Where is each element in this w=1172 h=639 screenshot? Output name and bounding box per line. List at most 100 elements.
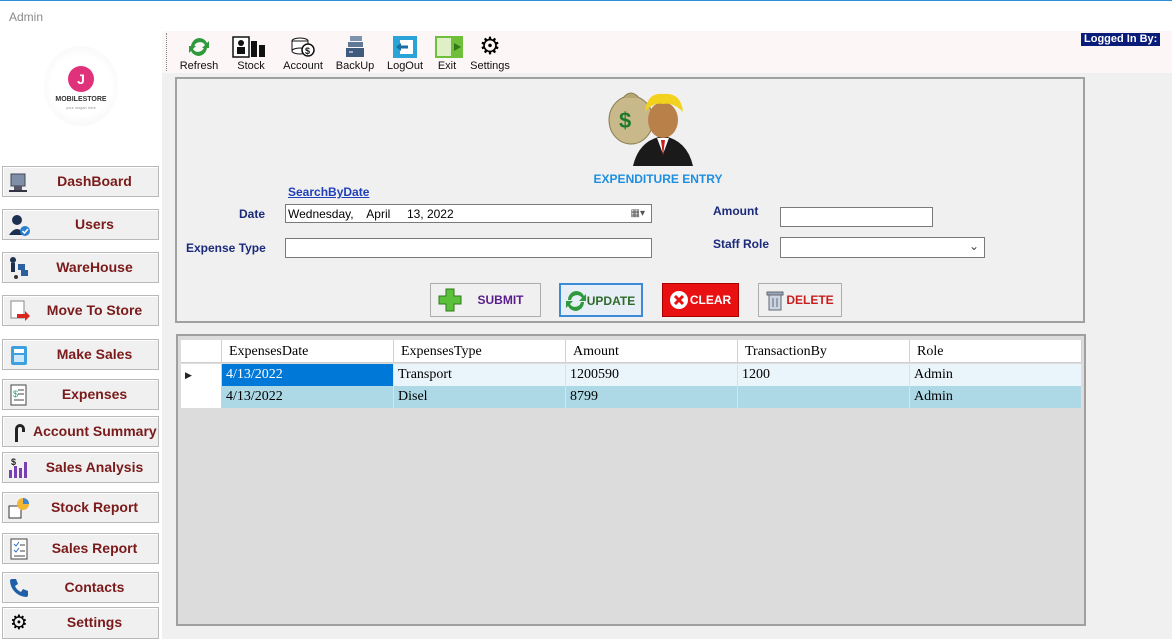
logo-mark-icon: J xyxy=(68,66,94,92)
delete-label: DELETE xyxy=(786,293,834,307)
toolbar-grip xyxy=(166,33,169,71)
staff-role-label: Staff Role xyxy=(713,237,770,251)
sidebar-item-contacts[interactable]: Contacts xyxy=(2,572,159,603)
sales-icon xyxy=(6,343,32,367)
exit-button[interactable]: Exit xyxy=(430,33,464,73)
table-cell[interactable]: Admin xyxy=(910,386,1082,408)
sales-report-icon xyxy=(6,537,32,561)
stock-button[interactable]: Stock xyxy=(231,33,271,73)
backup-icon xyxy=(342,35,368,59)
date-label: Date xyxy=(239,207,266,221)
sidebar-item-settings[interactable]: ⚙ Settings xyxy=(2,607,159,639)
sidebar-item-label: Account Summary xyxy=(33,423,157,439)
sidebar-item-move-to-store[interactable]: Move To Store xyxy=(2,295,159,326)
money-man-icon: $ xyxy=(603,86,713,166)
column-header-expenses-date[interactable]: ExpensesDate xyxy=(222,340,394,363)
sidebar-item-label: Users xyxy=(75,216,114,232)
submit-button[interactable]: SUBMIT xyxy=(430,283,541,317)
sidebar-item-label: Expenses xyxy=(61,386,128,402)
table-cell[interactable]: 4/13/2022 xyxy=(222,386,394,408)
account-icon: $ xyxy=(290,35,316,59)
sidebar-item-users[interactable]: Users xyxy=(2,209,159,240)
sidebar-item-label: Move To Store xyxy=(46,302,143,318)
exit-label: Exit xyxy=(437,60,457,72)
logo-name: MOBILESTORE xyxy=(55,96,107,103)
amount-input[interactable] xyxy=(780,207,933,227)
contacts-icon xyxy=(6,576,32,600)
date-picker[interactable]: Wednesday, April 13, 2022 ▦▾ xyxy=(285,204,652,223)
table-cell[interactable] xyxy=(738,386,910,408)
date-value: Wednesday, April 13, 2022 xyxy=(288,207,454,221)
search-by-date-link[interactable]: SearchByDate xyxy=(288,185,369,199)
table-cell[interactable]: 8799 xyxy=(566,386,738,408)
column-header-role[interactable]: Role xyxy=(910,340,1082,363)
backup-button[interactable]: BackUp xyxy=(333,33,377,73)
sidebar-item-label: Sales Report xyxy=(51,540,138,556)
sales-analysis-icon: $ xyxy=(6,456,32,480)
amount-label: Amount xyxy=(713,204,759,218)
refresh-label: Refresh xyxy=(179,60,219,72)
svg-text:$: $ xyxy=(619,108,631,133)
sidebar-item-account-summary[interactable]: Account Summary xyxy=(2,416,159,447)
plus-icon xyxy=(437,287,463,313)
expense-type-label: Expense Type xyxy=(186,241,266,255)
sidebar-item-sales-report[interactable]: Sales Report xyxy=(2,533,159,564)
update-button[interactable]: UPDATE xyxy=(559,283,643,317)
expenses-icon: $ xyxy=(6,383,32,407)
store-logo: J MOBILESTORE your slogan here xyxy=(44,46,118,126)
row-selector[interactable]: ▶ xyxy=(181,364,222,386)
settings-label: Settings xyxy=(470,60,510,72)
sidebar-item-warehouse[interactable]: WareHouse xyxy=(2,252,159,283)
form-title: EXPENDITURE ENTRY xyxy=(593,172,723,186)
gear-icon: ⚙ xyxy=(479,33,501,60)
svg-text:$: $ xyxy=(13,389,18,399)
column-header-amount[interactable]: Amount xyxy=(566,340,738,363)
sidebar-item-label: DashBoard xyxy=(57,173,132,189)
stock-icon xyxy=(231,35,271,59)
window-title: Admin xyxy=(9,10,44,24)
calendar-dropdown-icon[interactable]: ▦▾ xyxy=(631,208,645,219)
delete-button[interactable]: DELETE xyxy=(758,283,842,317)
logout-button[interactable]: LogOut xyxy=(383,33,427,73)
row-header-corner xyxy=(181,340,222,363)
refresh-icon xyxy=(186,35,212,59)
staff-role-select[interactable]: ⌄ xyxy=(780,237,985,258)
chevron-down-icon: ⌄ xyxy=(968,239,979,253)
table-cell[interactable]: 1200590 xyxy=(566,364,738,386)
sidebar-item-sales-analysis[interactable]: $ Sales Analysis xyxy=(2,452,159,483)
row-pointer-icon: ▶ xyxy=(185,370,192,380)
table-cell[interactable]: 4/13/2022 xyxy=(222,364,394,386)
sidebar-item-label: Contacts xyxy=(64,579,125,595)
table-cell[interactable]: 1200 xyxy=(738,364,910,386)
account-summary-icon xyxy=(6,420,32,444)
account-label: Account xyxy=(283,60,323,72)
sidebar-item-make-sales[interactable]: Make Sales xyxy=(2,339,159,370)
sidebar-item-label: Stock Report xyxy=(50,499,139,515)
sidebar-item-stock-report[interactable]: Stock Report xyxy=(2,492,159,523)
sidebar-item-dashboard[interactable]: DashBoard xyxy=(2,166,159,197)
table-cell[interactable]: Disel xyxy=(394,386,566,408)
warehouse-icon xyxy=(6,256,32,280)
table-cell[interactable]: Transport xyxy=(394,364,566,386)
sidebar-item-label: Make Sales xyxy=(56,346,133,362)
clear-button[interactable]: CLEAR xyxy=(662,283,739,317)
backup-label: BackUp xyxy=(335,60,375,72)
refresh-button[interactable]: Refresh xyxy=(175,33,223,73)
sidebar-item-label: Sales Analysis xyxy=(45,459,144,475)
move-icon xyxy=(6,299,32,323)
sidebar-item-expenses[interactable]: $ Expenses xyxy=(2,379,159,410)
column-header-transaction-by[interactable]: TransactionBy xyxy=(738,340,910,363)
exit-icon xyxy=(434,35,463,59)
row-selector[interactable] xyxy=(181,386,222,408)
column-header-expenses-type[interactable]: ExpensesType xyxy=(394,340,566,363)
settings-button[interactable]: ⚙ Settings xyxy=(467,33,513,73)
logout-label: LogOut xyxy=(386,60,424,72)
account-button[interactable]: $ Account xyxy=(279,33,327,73)
svg-text:$: $ xyxy=(305,46,310,56)
sidebar-item-label: WareHouse xyxy=(56,259,133,275)
table-cell[interactable]: Admin xyxy=(910,364,1082,386)
logout-icon xyxy=(392,35,418,59)
expense-type-input[interactable] xyxy=(285,238,652,258)
gear-icon: ⚙ xyxy=(10,612,28,634)
svg-text:$: $ xyxy=(11,457,16,467)
